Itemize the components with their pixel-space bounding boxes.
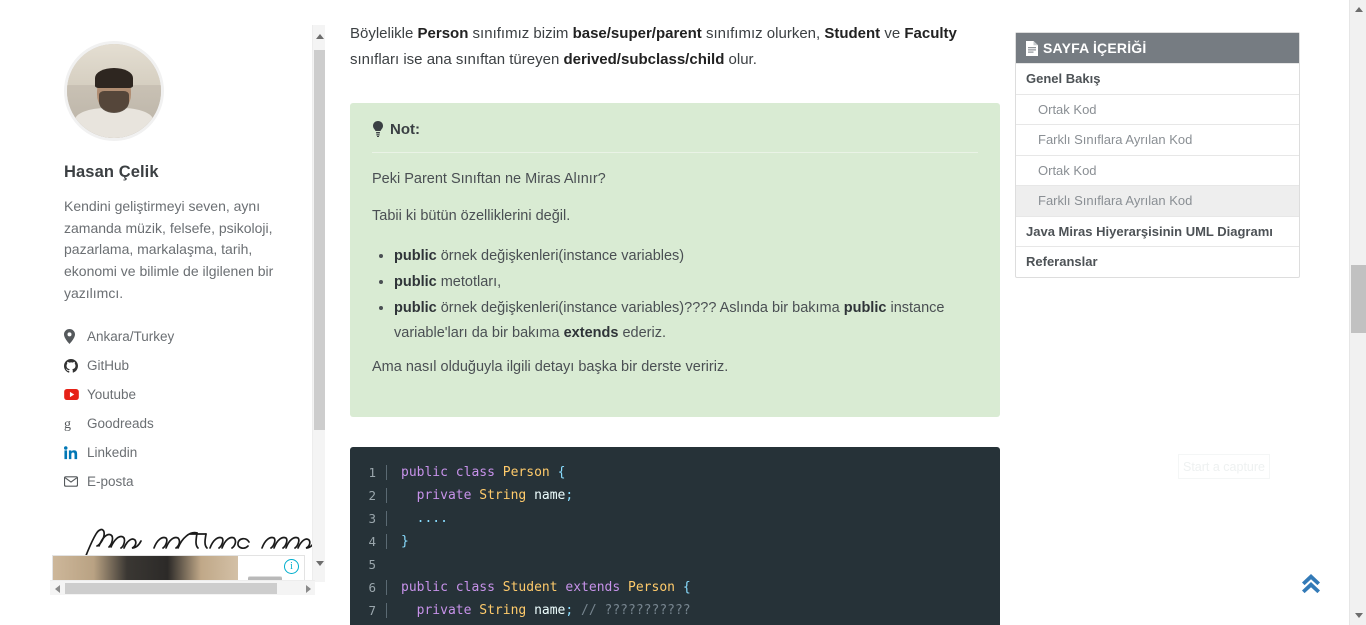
toc-list: Genel Bakış Ortak Kod Farklı Sınıflara Ayr… [1016, 63, 1299, 277]
code-line-number: 7 [368, 603, 376, 619]
toc-item[interactable]: Ortak Kod [1016, 154, 1299, 186]
code-line-number: 6 [368, 580, 376, 596]
code-block: 1 public class Person { 2 private String n… [350, 447, 1000, 625]
code-line-content: public class Person { [386, 465, 1000, 481]
toc-item[interactable]: Farklı Sınıflara Ayrılan Kod [1016, 124, 1299, 155]
code-line-number: 3 [368, 511, 376, 527]
code-line-number: 5 [368, 557, 376, 573]
code-line-content: private String name; [386, 488, 1000, 504]
github-icon [64, 358, 82, 374]
sidebar-vertical-scroll-thumb[interactable] [314, 50, 325, 430]
profile-sidebar-content: Hasan Çelik Kendini geliştirmeyi seven, … [40, 25, 317, 585]
svg-text:g: g [64, 417, 71, 431]
toc-title: SAYFA İÇERİĞİ [1043, 40, 1147, 56]
toc-item[interactable]: Ortak Kod [1016, 93, 1299, 125]
profile-link-label: Youtube [87, 387, 137, 403]
note-paragraph-1: Peki Parent Sınıftan ne Miras Alınır? [372, 170, 606, 187]
toc-item[interactable]: Farklı Sınıflara Ayrılan Kod [1016, 185, 1299, 216]
profile-link-label: GitHub [87, 358, 130, 374]
double-chevron-up-icon [1298, 571, 1324, 600]
toc-header: SAYFA İÇERİĞİ [1016, 33, 1299, 63]
page-root: Hasan Çelik Kendini geliştirmeyi seven, … [0, 0, 1366, 625]
code-line: 7 private String name; // ??????????? [350, 599, 1000, 622]
envelope-icon [64, 474, 82, 490]
profile-link-youtube[interactable]: Youtube [64, 380, 305, 409]
avatar [64, 41, 164, 141]
note-header: Not: [372, 121, 978, 138]
document-icon [1026, 40, 1038, 56]
sidebar-horizontal-scrollbar[interactable] [50, 580, 315, 595]
profile-link-goodreads[interactable]: g Goodreads [64, 409, 305, 438]
scroll-up-arrow-icon[interactable] [313, 28, 326, 44]
note-bullet-item: public metotları, [394, 270, 978, 296]
profile-link-label: Goodreads [87, 416, 154, 432]
youtube-icon [64, 387, 82, 403]
browser-scroll-down-arrow-icon[interactable] [1350, 607, 1366, 624]
browser-vertical-scrollbar[interactable] [1349, 0, 1366, 625]
scroll-left-arrow-icon[interactable] [50, 581, 64, 595]
linkedin-icon [64, 445, 82, 461]
code-line-content: private String name; // ??????????? [386, 603, 1000, 619]
code-line-content: } [386, 534, 1000, 550]
scroll-to-top-button[interactable] [1296, 570, 1326, 600]
toc-item[interactable]: Genel Bakış [1016, 63, 1299, 94]
profile-link-location[interactable]: Ankara/Turkey [64, 322, 305, 351]
avatar-hair [95, 68, 133, 89]
profile-link-label: E-posta [87, 474, 134, 490]
code-line: 6 public class Student extends Person { [350, 576, 1000, 599]
toc-item[interactable]: Java Miras Hiyerarşisinin UML Diagramı [1016, 215, 1299, 247]
main-content: Böylelikle Person sınıfımız bizim base/s… [350, 0, 1000, 625]
profile-bio: Kendini geliştirmeyi seven, aynı zamanda… [64, 198, 274, 301]
profile-links: Ankara/Turkey GitHub Youtube g Goodreads… [64, 322, 305, 496]
sidebar-vertical-scrollbar[interactable] [312, 25, 325, 582]
goodreads-icon: g [64, 416, 82, 432]
profile-link-linkedin[interactable]: Linkedin [64, 438, 305, 467]
sidebar-horizontal-scroll-thumb[interactable] [65, 583, 277, 594]
start-capture-button[interactable]: Start a capture [1178, 454, 1270, 479]
code-line-number: 4 [368, 534, 376, 550]
note-paragraph-3: Ama nasıl olduğuyla ilgili detayı başka … [372, 359, 729, 376]
browser-scroll-up-arrow-icon[interactable] [1350, 1, 1366, 18]
table-of-contents: SAYFA İÇERİĞİ Genel Bakış Ortak Kod Farklı… [1015, 32, 1300, 278]
toc-item[interactable]: Referanslar [1016, 246, 1299, 277]
code-line: 5 [350, 553, 1000, 576]
scroll-right-arrow-icon[interactable] [301, 581, 315, 595]
note-bullet-list: public örnek değişkenleri(instance varia… [372, 244, 978, 347]
avatar-beard [99, 91, 129, 113]
intro-paragraph: Böylelikle Person sınıfımız bizim base/s… [350, 25, 957, 68]
code-line-number: 1 [368, 465, 376, 481]
profile-link-label: Ankara/Turkey [87, 329, 175, 345]
note-title: Not: [390, 120, 420, 138]
code-line: 4} [350, 530, 1000, 553]
location-pin-icon [64, 329, 82, 345]
code-line-content: .... [386, 511, 1000, 527]
note-callout: Not: Peki Parent Sınıftan ne Miras Alını… [350, 102, 1000, 418]
code-line-number: 2 [368, 488, 376, 504]
profile-link-email[interactable]: E-posta [64, 467, 305, 496]
note-bullet-item: public örnek değişkenleri(instance varia… [394, 296, 978, 348]
profile-link-label: Linkedin [87, 445, 138, 461]
profile-sidebar: Hasan Çelik Kendini geliştirmeyi seven, … [40, 25, 335, 595]
code-line: 1 public class Person { [350, 461, 1000, 484]
note-paragraph-2: Tabii ki bütün özelliklerini değil. [372, 208, 571, 225]
code-line: 2 private String name; [350, 484, 1000, 507]
lightbulb-icon [372, 121, 384, 138]
profile-name: Hasan Çelik [64, 163, 159, 181]
code-line: 3 .... [350, 507, 1000, 530]
note-divider [372, 151, 978, 153]
browser-scroll-thumb[interactable] [1351, 265, 1366, 333]
profile-link-github[interactable]: GitHub [64, 351, 305, 380]
note-bullet-item: public örnek değişkenleri(instance varia… [394, 244, 978, 270]
ad-info-icon[interactable]: i [284, 559, 299, 574]
code-line-content: public class Student extends Person { [386, 580, 1000, 596]
scroll-down-arrow-icon[interactable] [313, 555, 326, 571]
